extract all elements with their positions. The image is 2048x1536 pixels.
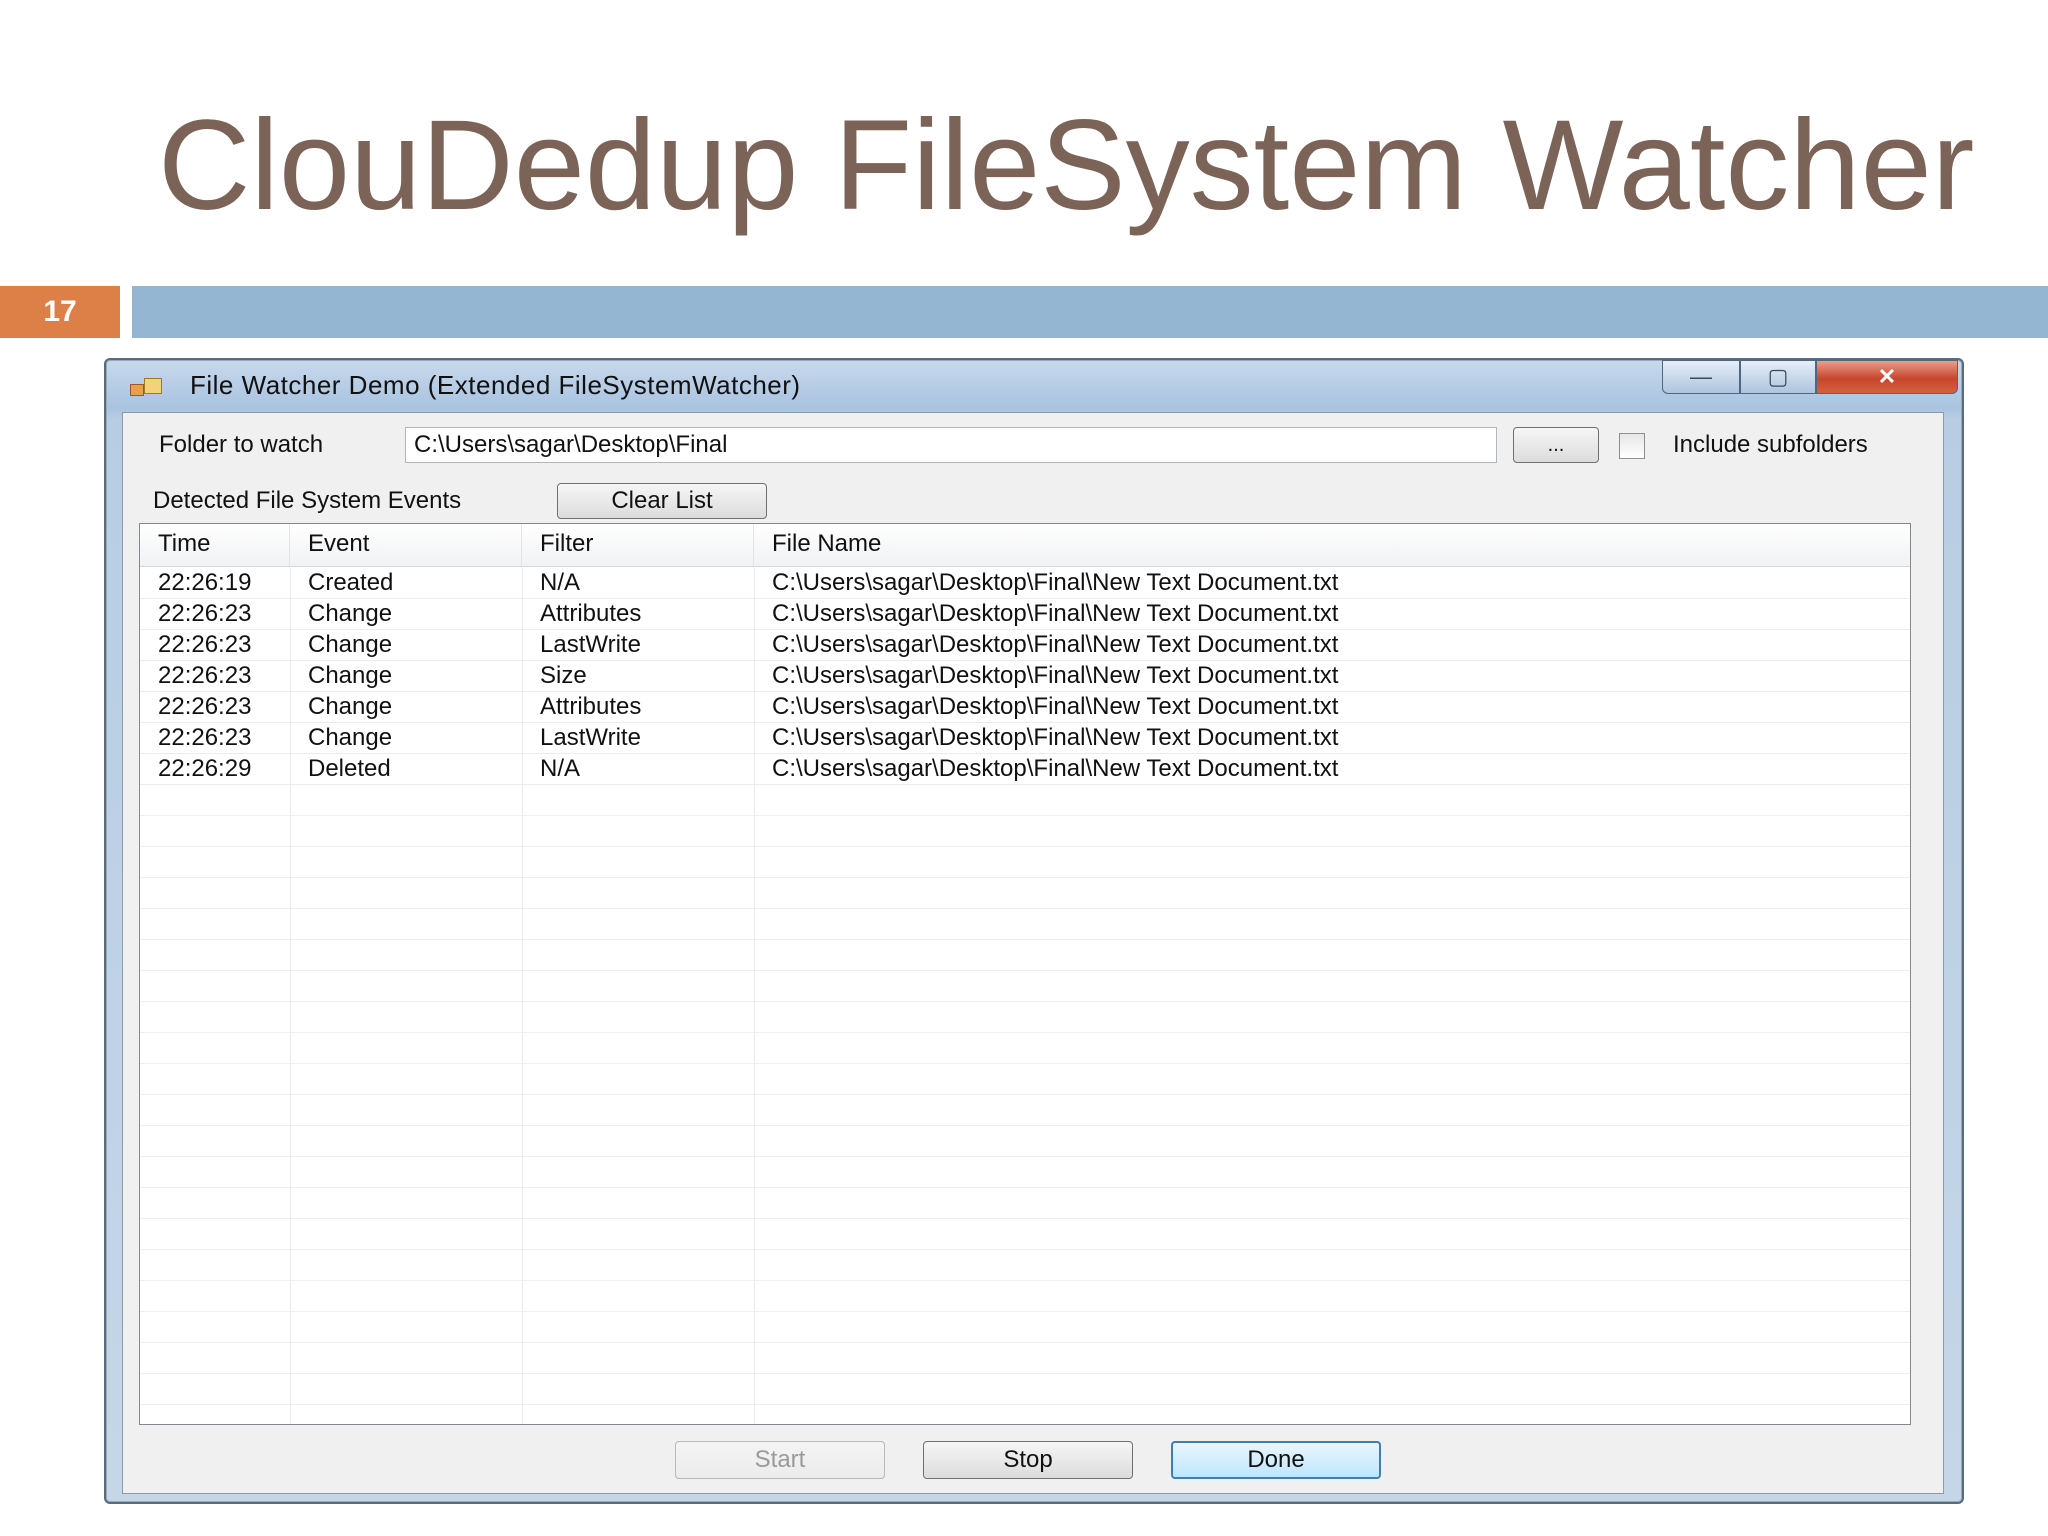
cell-file-name: C:\Users\sagar\Desktop\Final\New Text Do… <box>772 724 1339 751</box>
empty-row <box>140 1188 1910 1219</box>
include-subfolders-checkbox[interactable] <box>1619 433 1645 459</box>
table-row[interactable]: 22:26:29 Deleted N/A C:\Users\sagar\Desk… <box>140 754 1910 785</box>
cell-file-name: C:\Users\sagar\Desktop\Final\New Text Do… <box>772 569 1339 596</box>
folder-path-input[interactable]: C:\Users\sagar\Desktop\Final <box>405 427 1497 463</box>
close-button[interactable]: ✕ <box>1816 360 1958 394</box>
column-header-filter[interactable]: Filter <box>522 524 754 566</box>
table-row[interactable]: 22:26:23 Change Attributes C:\Users\saga… <box>140 692 1910 723</box>
empty-rows <box>140 785 1910 1424</box>
cell-event: Change <box>308 600 393 627</box>
cell-event: Change <box>308 724 393 751</box>
table-row[interactable]: 22:26:23 Change Size C:\Users\sagar\Desk… <box>140 661 1910 692</box>
cell-file-name: C:\Users\sagar\Desktop\Final\New Text Do… <box>772 662 1339 689</box>
include-subfolders-label: Include subfolders <box>1673 431 1868 458</box>
window-title: File Watcher Demo (Extended FileSystemWa… <box>190 370 801 400</box>
folder-label: Folder to watch <box>159 431 324 458</box>
empty-row <box>140 1002 1910 1033</box>
app-window-icon <box>130 376 164 400</box>
events-list[interactable]: Time Event Filter File Name 22:26:19 Cre… <box>139 523 1911 1425</box>
empty-row <box>140 816 1910 847</box>
column-header-event[interactable]: Event <box>290 524 522 566</box>
empty-row <box>140 878 1910 909</box>
cell-file-name: C:\Users\sagar\Desktop\Final\New Text Do… <box>772 600 1339 627</box>
cell-time: 22:26:23 <box>158 724 252 751</box>
empty-row <box>140 909 1910 940</box>
window-titlebar[interactable]: File Watcher Demo (Extended FileSystemWa… <box>106 360 1962 414</box>
cell-file-name: C:\Users\sagar\Desktop\Final\New Text Do… <box>772 755 1339 782</box>
events-label: Detected File System Events <box>153 487 462 514</box>
empty-row <box>140 1405 1910 1424</box>
empty-row <box>140 1250 1910 1281</box>
empty-row <box>140 1033 1910 1064</box>
cell-event: Change <box>308 631 393 658</box>
cell-event: Created <box>308 569 394 596</box>
cell-time: 22:26:29 <box>158 755 252 782</box>
cell-time: 22:26:23 <box>158 631 252 658</box>
empty-row <box>140 1281 1910 1312</box>
empty-row <box>140 1219 1910 1250</box>
browse-button[interactable]: ... <box>1513 427 1599 463</box>
cell-filter: N/A <box>540 755 581 782</box>
empty-row <box>140 847 1910 878</box>
slide-number: 17 <box>0 286 120 338</box>
empty-row <box>140 1374 1910 1405</box>
empty-row <box>140 1312 1910 1343</box>
cell-file-name: C:\Users\sagar\Desktop\Final\New Text Do… <box>772 693 1339 720</box>
empty-row <box>140 1157 1910 1188</box>
cell-filter: LastWrite <box>540 631 641 658</box>
cell-event: Change <box>308 662 393 689</box>
empty-row <box>140 1064 1910 1095</box>
cell-filter: N/A <box>540 569 581 596</box>
window-client-area: Folder to watch C:\Users\sagar\Desktop\F… <box>122 412 1944 1494</box>
empty-row <box>140 940 1910 971</box>
maximize-button[interactable]: ▢ <box>1740 360 1816 394</box>
column-header-time[interactable]: Time <box>140 524 290 566</box>
cell-time: 22:26:23 <box>158 693 252 720</box>
list-header: Time Event Filter File Name <box>140 524 1910 567</box>
stop-button[interactable]: Stop <box>923 1441 1133 1479</box>
cell-event: Deleted <box>308 755 391 782</box>
start-button[interactable]: Start <box>675 1441 885 1479</box>
empty-row <box>140 1343 1910 1374</box>
column-header-file-name[interactable]: File Name <box>754 524 1910 566</box>
cell-filter: Attributes <box>540 600 642 627</box>
cell-filter: LastWrite <box>540 724 641 751</box>
cell-time: 22:26:19 <box>158 569 252 596</box>
window-controls: — ▢ ✕ <box>1662 360 1958 394</box>
table-row[interactable]: 22:26:23 Change Attributes C:\Users\saga… <box>140 599 1910 630</box>
file-watcher-window: File Watcher Demo (Extended FileSystemWa… <box>104 358 1964 1504</box>
empty-row <box>140 1126 1910 1157</box>
table-row[interactable]: 22:26:23 Change LastWrite C:\Users\sagar… <box>140 630 1910 661</box>
table-row[interactable]: 22:26:19 Created N/A C:\Users\sagar\Desk… <box>140 568 1910 599</box>
cell-time: 22:26:23 <box>158 600 252 627</box>
clear-list-button[interactable]: Clear List <box>557 483 767 519</box>
table-row[interactable]: 22:26:23 Change LastWrite C:\Users\sagar… <box>140 723 1910 754</box>
done-button[interactable]: Done <box>1171 1441 1381 1479</box>
cell-time: 22:26:23 <box>158 662 252 689</box>
cell-event: Change <box>308 693 393 720</box>
slide-title: ClouDedup FileSystem Watcher <box>158 94 1975 237</box>
list-rows: 22:26:19 Created N/A C:\Users\sagar\Desk… <box>140 568 1910 1424</box>
cell-filter: Size <box>540 662 587 689</box>
cell-file-name: C:\Users\sagar\Desktop\Final\New Text Do… <box>772 631 1339 658</box>
cell-filter: Attributes <box>540 693 642 720</box>
minimize-button[interactable]: — <box>1662 360 1740 394</box>
empty-row <box>140 971 1910 1002</box>
empty-row <box>140 1095 1910 1126</box>
empty-row <box>140 785 1910 816</box>
slide-header-bar <box>132 286 2048 338</box>
